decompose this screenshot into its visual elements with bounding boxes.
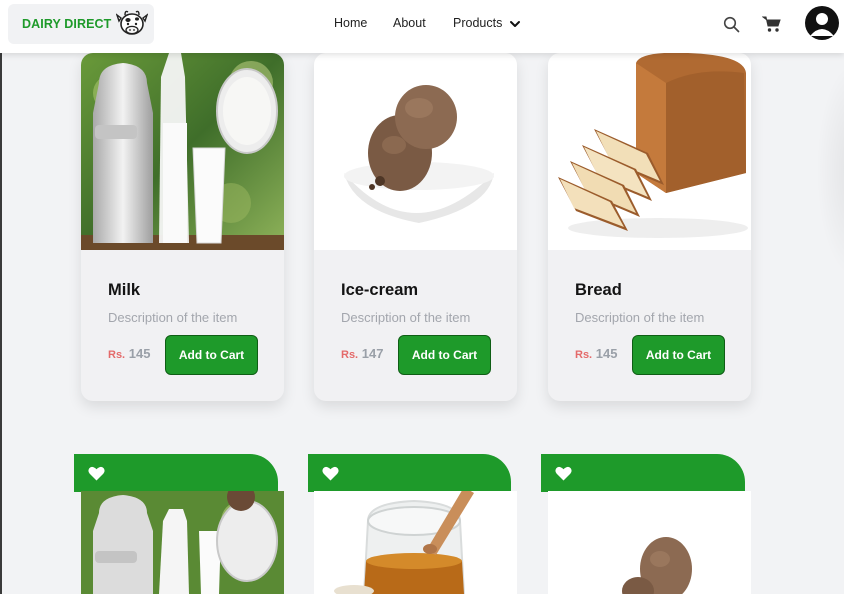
ice-cream-image [548, 491, 751, 594]
window-edge [0, 0, 2, 594]
product-price: Rs. 147 [341, 346, 383, 361]
add-to-cart-button[interactable]: Add to Cart [398, 335, 491, 375]
bread-image [548, 53, 751, 250]
add-to-cart-button[interactable]: Add to Cart [165, 335, 258, 375]
product-card-ice-cream: Ice-cream Description of the item Rs. 14… [314, 53, 517, 401]
price-value: 145 [128, 346, 151, 361]
heart-icon[interactable] [555, 466, 572, 481]
favorite-card-ice-cream [548, 491, 751, 594]
milk-image [81, 491, 284, 594]
user-silhouette-icon [810, 13, 834, 36]
milk-image [81, 53, 284, 250]
search-icon[interactable] [723, 16, 740, 33]
product-description: Description of the item [575, 310, 705, 325]
chevron-down-icon[interactable] [509, 18, 521, 30]
price-value: 145 [595, 346, 618, 361]
price-value: 147 [361, 346, 384, 361]
ice-cream-image [314, 53, 517, 250]
favorite-card-honey [314, 491, 517, 594]
heart-icon[interactable] [88, 466, 105, 481]
brand-name: DAIRY DIRECT [22, 17, 112, 31]
favorite-ribbon [541, 454, 745, 492]
user-avatar-icon[interactable] [805, 6, 839, 40]
product-title: Milk [108, 281, 141, 299]
product-description: Description of the item [108, 310, 238, 325]
product-card-milk: Milk Description of the item Rs. 145 Add… [81, 53, 284, 401]
product-price: Rs. 145 [108, 346, 150, 361]
price-currency: Rs. [341, 349, 359, 361]
nav-products-link[interactable]: Products [453, 16, 502, 30]
favorite-ribbon [74, 454, 278, 492]
brand-logo[interactable]: DAIRY DIRECT [8, 4, 154, 44]
cart-icon[interactable] [762, 15, 781, 33]
product-title: Ice-cream [341, 281, 419, 299]
favorite-ribbon [308, 454, 511, 492]
nav-home-link[interactable]: Home [334, 16, 367, 30]
product-card-bread: Bread Description of the item Rs. 145 Ad… [548, 53, 751, 401]
product-price: Rs. 145 [575, 346, 617, 361]
offscreen-card-shadow [816, 60, 844, 280]
honey-image [314, 491, 517, 594]
price-currency: Rs. [575, 349, 593, 361]
product-title: Bread [575, 281, 622, 299]
heart-icon[interactable] [322, 466, 339, 481]
price-currency: Rs. [108, 349, 126, 361]
add-to-cart-button[interactable]: Add to Cart [632, 335, 725, 375]
favorite-card-milk [81, 491, 284, 594]
nav-about-link[interactable]: About [393, 16, 426, 30]
product-description: Description of the item [341, 310, 471, 325]
cow-icon [116, 10, 148, 35]
top-navbar: DAIRY DIRECT Home About Products [0, 0, 844, 53]
